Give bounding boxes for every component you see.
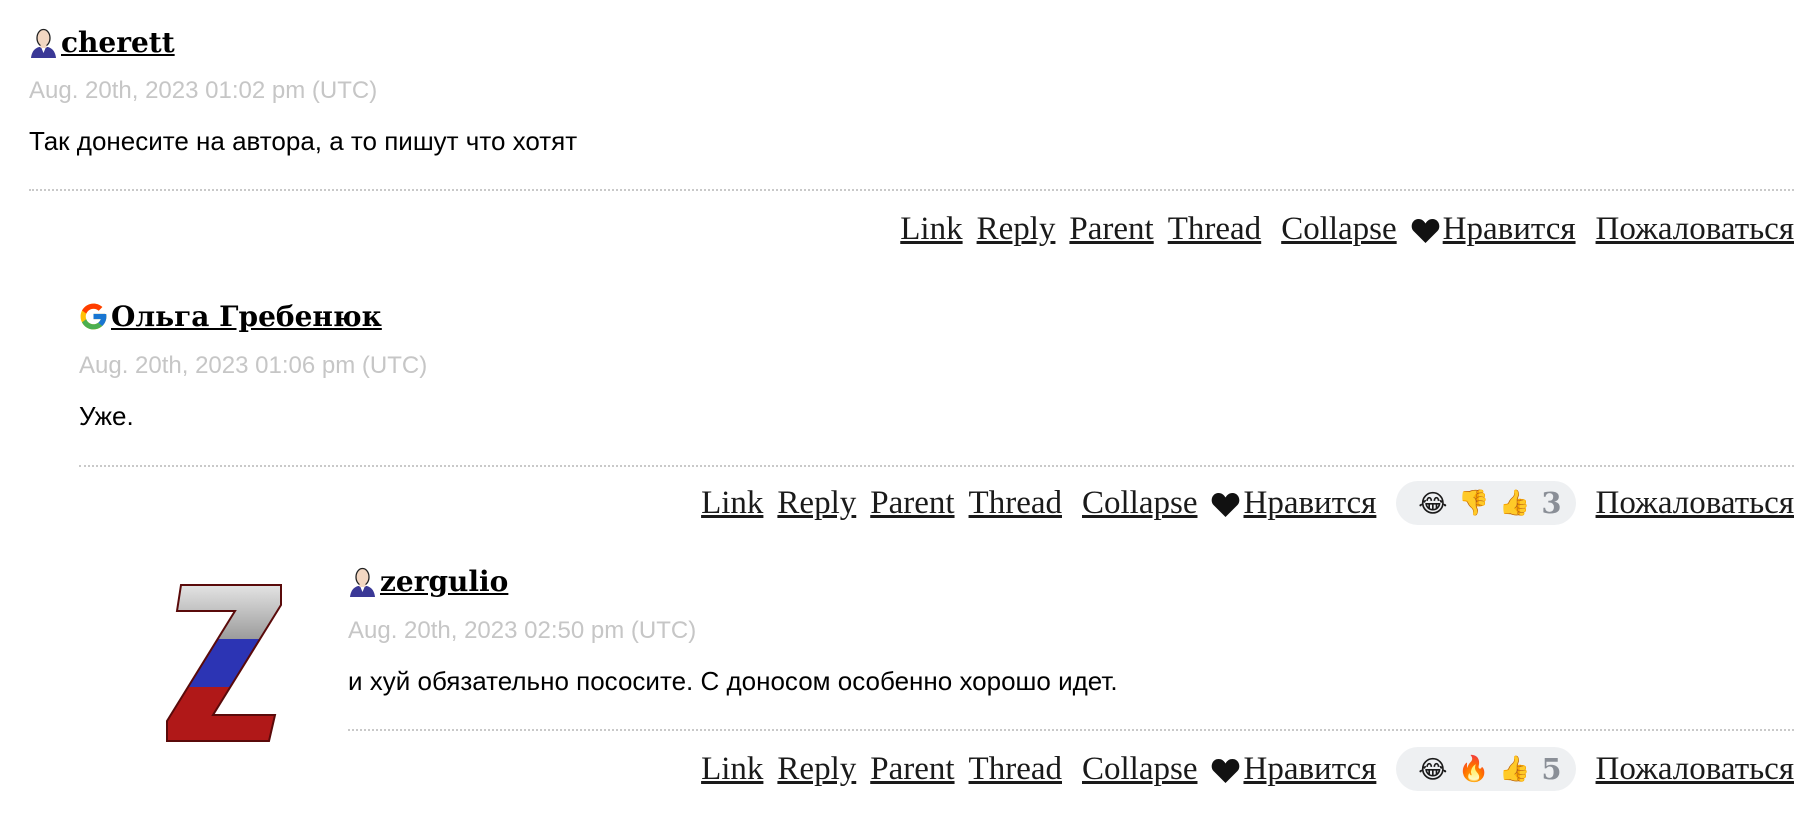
username-link[interactable]: zergulio [380, 565, 508, 598]
laughing-emoji-icon[interactable]: 😂 [1412, 489, 1453, 518]
reaction-count: 5 [1541, 751, 1562, 786]
z-letter-avatar [163, 583, 291, 743]
thread-action[interactable]: Thread [1168, 211, 1261, 248]
reply-action[interactable]: Reply [777, 485, 856, 522]
comment-author: cherett [28, 26, 175, 59]
thread-action[interactable]: Thread [969, 751, 1062, 788]
like-action[interactable]: Нравится [1443, 211, 1576, 248]
comment-timestamp: Aug. 20th, 2023 01:02 pm (UTC) [29, 77, 378, 104]
parent-action[interactable]: Parent [870, 485, 954, 522]
laughing-emoji-icon[interactable]: 😂 [1412, 755, 1453, 784]
heart-icon[interactable] [1211, 490, 1240, 517]
comment-text: Уже. [79, 401, 134, 431]
report-action[interactable]: Пожаловаться [1596, 751, 1794, 788]
divider [348, 729, 1794, 731]
username-link[interactable]: Ольга Гребенюк [111, 300, 382, 333]
report-action[interactable]: Пожаловаться [1596, 211, 1794, 248]
person-icon [28, 27, 59, 58]
username-link[interactable]: cherett [61, 26, 175, 59]
comment-text: Так донесите на автора, а то пишут что х… [29, 126, 578, 156]
person-icon [347, 566, 378, 597]
comment-timestamp: Aug. 20th, 2023 02:50 pm (UTC) [348, 617, 697, 644]
link-action[interactable]: Link [900, 211, 962, 248]
collapse-action[interactable]: Collapse [1281, 211, 1396, 248]
reactions-pill[interactable]: 😂 👎 👍 3 [1396, 481, 1576, 525]
google-icon [78, 301, 109, 332]
comment-actions: Link Reply Parent Thread Collapse Нравит… [900, 206, 1794, 252]
reaction-count: 3 [1541, 485, 1562, 520]
reply-action[interactable]: Reply [777, 751, 856, 788]
comment-author: Ольга Гребенюк [78, 300, 382, 333]
thumbs-up-emoji-icon[interactable]: 👍 [1494, 754, 1535, 784]
comment-text: и хуй обязательно пососите. С доносом ос… [348, 666, 1118, 696]
thumbs-down-emoji-icon[interactable]: 👎 [1453, 488, 1494, 518]
like-action[interactable]: Нравится [1243, 751, 1376, 788]
divider [29, 189, 1794, 191]
link-action[interactable]: Link [701, 485, 763, 522]
heart-icon[interactable] [1211, 756, 1240, 783]
reactions-pill[interactable]: 😂 🔥 👍 5 [1396, 747, 1576, 791]
comment-actions: Link Reply Parent Thread Collapse Нравит… [701, 746, 1794, 792]
fire-emoji-icon[interactable]: 🔥 [1453, 754, 1494, 784]
reply-action[interactable]: Reply [977, 211, 1056, 248]
thread-action[interactable]: Thread [969, 485, 1062, 522]
comment-timestamp: Aug. 20th, 2023 01:06 pm (UTC) [79, 352, 428, 379]
collapse-action[interactable]: Collapse [1082, 751, 1197, 788]
comment-actions: Link Reply Parent Thread Collapse Нравит… [701, 480, 1794, 526]
link-action[interactable]: Link [701, 751, 763, 788]
parent-action[interactable]: Parent [1069, 211, 1153, 248]
like-action[interactable]: Нравится [1243, 485, 1376, 522]
collapse-action[interactable]: Collapse [1082, 485, 1197, 522]
comment-author: zergulio [347, 565, 508, 598]
report-action[interactable]: Пожаловаться [1596, 485, 1794, 522]
parent-action[interactable]: Parent [870, 751, 954, 788]
divider [79, 465, 1794, 467]
heart-icon[interactable] [1411, 216, 1440, 243]
thumbs-up-emoji-icon[interactable]: 👍 [1494, 488, 1535, 518]
